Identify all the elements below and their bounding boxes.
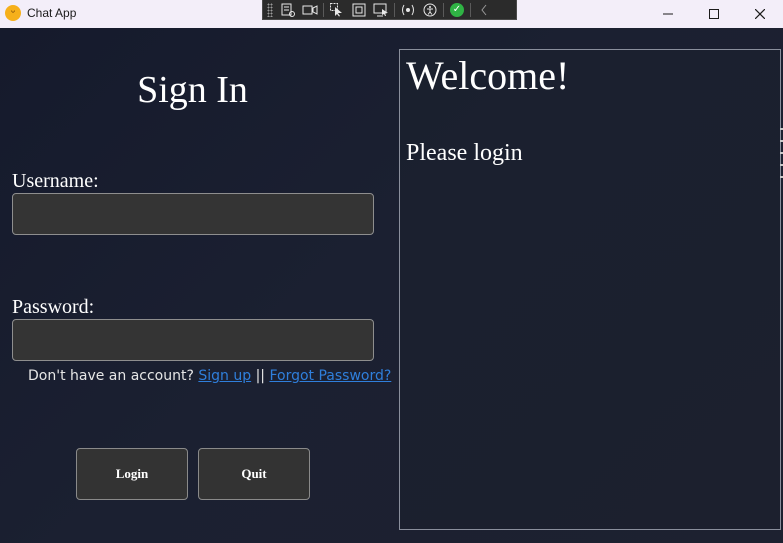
- frame-icon: [352, 3, 366, 16]
- toolbar-divider: [443, 2, 444, 17]
- collapse-button[interactable]: [473, 1, 495, 19]
- frame-button[interactable]: [348, 1, 370, 19]
- pointer-icon: [330, 2, 342, 16]
- signin-title: Sign In: [137, 69, 248, 111]
- quit-button[interactable]: Quit: [198, 448, 310, 500]
- accessibility-icon: [423, 3, 437, 16]
- video-icon: [302, 4, 318, 15]
- login-panel: Sign In Username: Password: Don't have a…: [0, 28, 391, 543]
- maximize-button[interactable]: [691, 0, 737, 28]
- select-element-button[interactable]: [277, 1, 299, 19]
- record-button[interactable]: [299, 1, 321, 19]
- hot-reload-icon: [402, 4, 414, 15]
- minimize-icon: [663, 13, 673, 15]
- chevron-left-icon: [481, 4, 487, 15]
- password-label: Password:: [12, 296, 95, 318]
- hot-reload-button[interactable]: [397, 1, 419, 19]
- welcome-message: Please login: [406, 140, 523, 166]
- login-button[interactable]: Login: [76, 448, 188, 500]
- status-button[interactable]: ✓: [446, 1, 468, 19]
- signup-link[interactable]: Sign up: [198, 368, 251, 384]
- screen-icon: [373, 3, 388, 16]
- drag-handle[interactable]: [267, 2, 273, 17]
- window-controls: [645, 0, 783, 28]
- toolbar-divider: [323, 2, 324, 17]
- toolbar-divider: [394, 2, 395, 17]
- devtools-toolbar: ✓: [262, 0, 517, 20]
- account-links: Don't have an account? Sign up || Forgot…: [28, 368, 391, 384]
- username-input[interactable]: [12, 193, 374, 235]
- toolbar-divider: [470, 2, 471, 17]
- forgot-password-link[interactable]: Forgot Password?: [269, 368, 391, 384]
- app-content: Sign In Username: Password: Don't have a…: [0, 28, 783, 543]
- window-title: Chat App: [27, 6, 77, 20]
- app-emoji-icon: ᵕ: [5, 5, 21, 21]
- check-icon: ✓: [450, 2, 464, 17]
- welcome-panel: Welcome! Please login: [399, 49, 781, 530]
- username-label: Username:: [12, 170, 99, 192]
- pointer-button[interactable]: [326, 1, 348, 19]
- maximize-icon: [709, 9, 719, 19]
- select-element-icon: [281, 3, 295, 17]
- link-separator: ||: [255, 368, 266, 384]
- close-icon: [755, 9, 765, 19]
- minimize-button[interactable]: [645, 0, 691, 28]
- password-input[interactable]: [12, 319, 374, 361]
- screen-button[interactable]: [370, 1, 392, 19]
- accessibility-button[interactable]: [419, 1, 441, 19]
- welcome-heading: Welcome!: [406, 53, 570, 98]
- close-button[interactable]: [737, 0, 783, 28]
- no-account-text: Don't have an account?: [28, 368, 194, 384]
